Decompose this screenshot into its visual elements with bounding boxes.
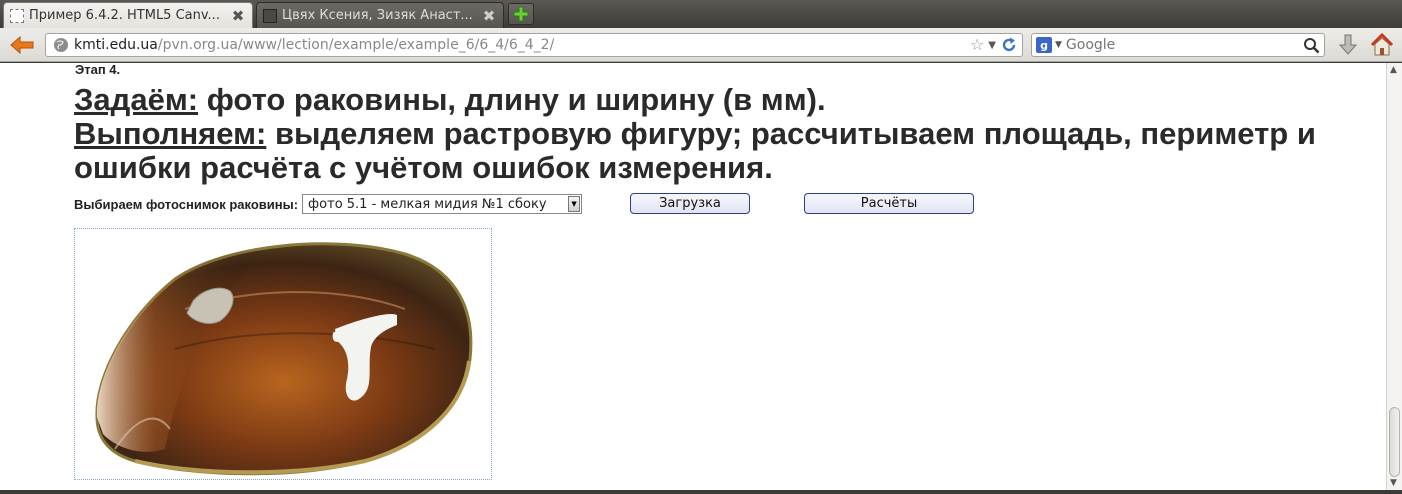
address-bar[interactable]: kmti.edu.ua/pvn.org.ua/www/lection/examp… — [45, 33, 1023, 57]
globe-icon — [52, 36, 70, 54]
heading-line-task: Задаём: фото раковины, длину и ширину (в… — [74, 83, 1374, 117]
url-text: kmti.edu.ua/pvn.org.ua/www/lection/examp… — [74, 37, 554, 53]
vertical-scrollbar[interactable]: ▲ ▼ — [1386, 63, 1402, 490]
magnifier-icon[interactable] — [1303, 37, 1320, 54]
select-value: фото 5.1 - мелкая мидия №1 сбоку — [308, 196, 547, 212]
page-icon — [263, 8, 277, 23]
url-path: /pvn.org.ua/www/lection/example/example_… — [157, 37, 555, 53]
controls-row: Выбираем фотоснимок раковины: фото 5.1 -… — [74, 193, 583, 215]
load-button[interactable]: Загрузка — [630, 193, 750, 214]
stage-label: Этап 4. — [75, 63, 121, 77]
close-icon[interactable]: ✖ — [230, 7, 246, 25]
calc-button[interactable]: Расчёты — [804, 193, 974, 214]
chevron-down-icon[interactable]: ▼ — [988, 40, 996, 51]
nav-toolbar: kmti.edu.ua/pvn.org.ua/www/lection/examp… — [0, 28, 1402, 62]
task-key: Задаём: — [74, 82, 199, 117]
search-input[interactable] — [1065, 37, 1296, 53]
page-heading: Задаём: фото раковины, длину и ширину (в… — [74, 83, 1374, 185]
select-label: Выбираем фотоснимок раковины: — [74, 196, 299, 212]
window-bottom-edge — [0, 490, 1402, 494]
close-icon[interactable]: ✖ — [481, 7, 497, 25]
reload-icon[interactable] — [1000, 36, 1018, 54]
back-arrow-icon — [10, 35, 34, 55]
home-icon[interactable] — [1369, 32, 1395, 58]
scroll-down-icon[interactable]: ▼ — [1390, 478, 1397, 488]
scroll-up-icon[interactable]: ▲ — [1390, 65, 1397, 75]
photo-select[interactable]: фото 5.1 - мелкая мидия №1 сбоку ▼ — [302, 194, 583, 214]
task-text: фото раковины, длину и ширину (в мм). — [198, 82, 826, 117]
chevron-down-icon[interactable]: ▼ — [568, 196, 581, 212]
scroll-thumb[interactable] — [1389, 407, 1400, 477]
mussel-shell-photo — [95, 242, 473, 476]
tab-title: Цвях Ксения, Зизяк Анаст... — [282, 8, 473, 23]
url-host: kmti.edu.ua — [74, 37, 158, 53]
tab-inactive[interactable]: Цвях Ксения, Зизяк Анаст... ✖ — [256, 2, 504, 28]
page-viewport: Этап 4. Задаём: фото раковины, длину и ш… — [0, 63, 1386, 490]
download-arrow-icon[interactable] — [1336, 33, 1360, 57]
tab-strip: Пример 6.4.2. HTML5 Canv... ✖ Цвях Ксени… — [0, 0, 1402, 28]
star-icon[interactable]: ☆ — [970, 36, 984, 54]
search-bar[interactable]: g ▼ — [1031, 33, 1325, 57]
chevron-down-icon[interactable]: ▼ — [1055, 40, 1062, 50]
do-key: Выполняем: — [74, 116, 267, 151]
page-icon — [10, 8, 24, 23]
new-tab-button[interactable] — [508, 3, 534, 25]
tab-title: Пример 6.4.2. HTML5 Canv... — [29, 8, 220, 23]
google-icon[interactable]: g — [1036, 37, 1052, 53]
heading-line-do: Выполняем: выделяем растровую фигуру; ра… — [74, 117, 1374, 185]
back-button[interactable] — [8, 34, 36, 56]
shell-canvas[interactable] — [74, 228, 492, 480]
tab-active[interactable]: Пример 6.4.2. HTML5 Canv... ✖ — [3, 2, 253, 28]
plus-icon — [513, 6, 529, 22]
